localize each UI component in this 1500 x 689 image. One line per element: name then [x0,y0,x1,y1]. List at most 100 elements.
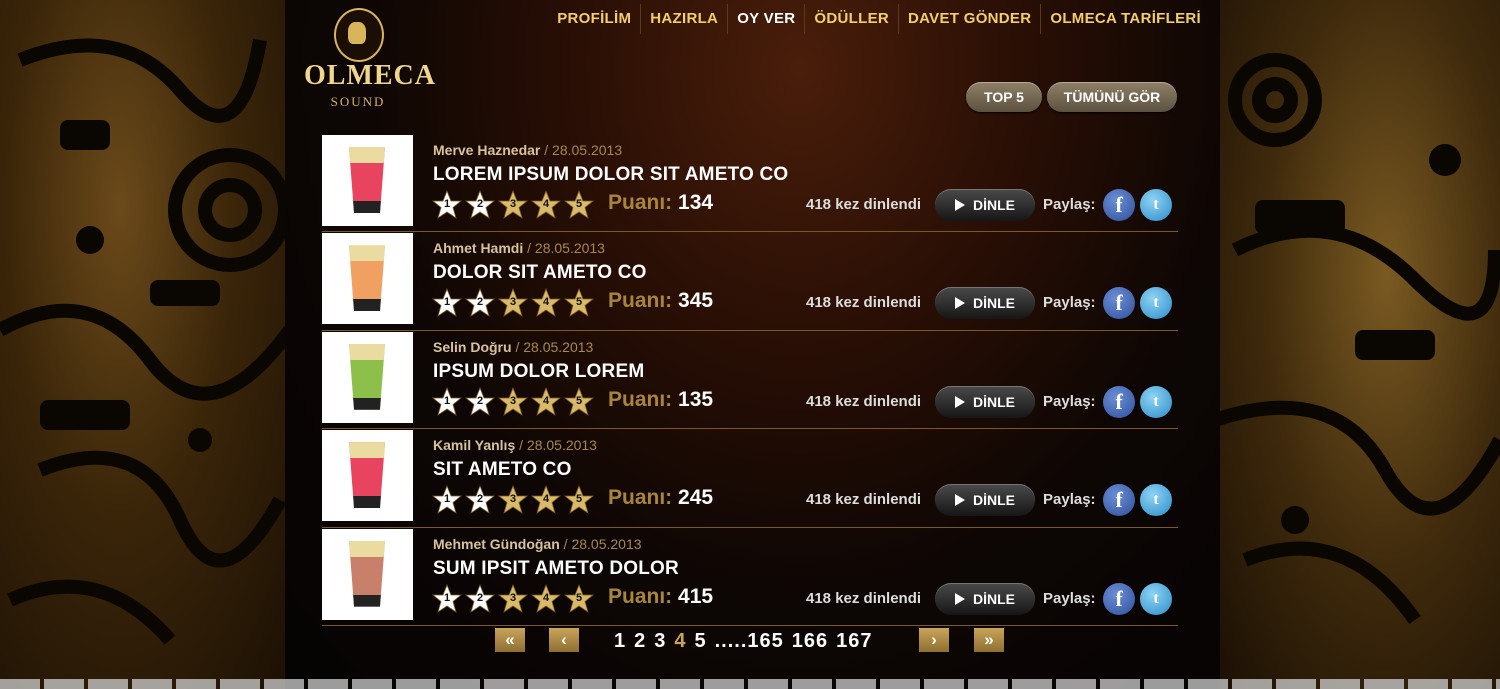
facebook-icon[interactable]: f [1103,287,1135,320]
twitter-icon[interactable]: t [1140,287,1172,320]
score-label: Puanı: [608,191,673,214]
listen-button[interactable]: DİNLE [935,484,1035,517]
drink-thumbnail[interactable] [322,233,413,325]
rating-star-2[interactable]: 2 [465,190,495,220]
rating-star-1[interactable]: 1 [432,485,462,515]
play-icon [955,199,965,211]
prev-page-button[interactable]: ‹ [549,628,579,652]
cup-icon [349,540,385,607]
facebook-icon[interactable]: f [1103,582,1135,615]
list-item: Mehmet Gündoğan / 28.05.2013 SUM IPSIT A… [322,528,1178,626]
rating-star-3[interactable]: 3 [498,583,528,614]
page-number[interactable]: 165 [747,630,783,652]
score-label: Puanı: [608,486,673,510]
facebook-icon[interactable]: f [1103,484,1135,517]
play-count-suffix: kez dinlendi [835,392,922,410]
twitter-icon[interactable]: t [1140,385,1172,418]
rating-star-5[interactable]: 5 [564,485,594,515]
listen-button[interactable]: DİNLE [935,189,1035,221]
item-date: / 28.05.2013 [515,338,594,355]
show-all-button[interactable]: TÜMÜNÜ GÖR [1047,82,1177,112]
rating-star-3[interactable]: 3 [498,288,528,318]
author-name[interactable]: Kamil Yanlış [433,437,515,453]
play-count: 418 kez dinlendi [806,491,921,508]
rating-star-5[interactable]: 5 [564,288,594,318]
score-value: 134 [678,191,714,214]
rating-star-2[interactable]: 2 [465,485,495,515]
star-number: 2 [476,591,484,604]
twitter-icon[interactable]: t [1140,189,1172,221]
rating-star-4[interactable]: 4 [531,288,561,318]
page-number[interactable]: 2 [634,630,646,652]
drink-thumbnail[interactable] [322,135,413,226]
page-number[interactable]: 5 [695,630,707,652]
nav-item-oy-ver[interactable]: OY VER [727,4,804,34]
rating-star-2[interactable]: 2 [465,583,495,614]
listen-button[interactable]: DİNLE [935,287,1035,320]
star-number: 1 [443,394,451,407]
cup-icon [349,442,385,509]
main-nav: PROFİLİM HAZIRLA OY VER ÖDÜLLER DAVET GÖ… [548,4,1210,34]
page-number[interactable]: 166 [792,630,828,652]
next-page-button[interactable]: › [919,628,949,652]
page-number[interactable]: 3 [654,630,666,652]
author-name[interactable]: Merve Haznedar [433,142,540,158]
first-page-button[interactable]: « [495,628,525,652]
rating-star-2[interactable]: 2 [465,386,495,417]
rating-star-5[interactable]: 5 [564,386,594,417]
pagination: « ‹ 1 2 3 4 5 .....165 166 167 › » [0,628,1500,654]
top5-button[interactable]: TOP 5 [966,82,1042,112]
rating-star-3[interactable]: 3 [498,190,528,220]
drink-thumbnail[interactable] [322,430,413,522]
drink-thumbnail[interactable] [322,528,413,620]
drink-thumbnail[interactable] [322,331,413,423]
facebook-icon[interactable]: f [1103,385,1135,418]
page-number[interactable]: 1 [614,630,626,652]
item-meta: Selin Doğru / 28.05.2013 [433,339,593,355]
author-name[interactable]: Ahmet Hamdi [433,240,523,256]
nav-item-olmeca-tarifleri[interactable]: OLMECA TARİFLERİ [1040,4,1210,34]
rating-star-4[interactable]: 4 [531,190,561,220]
rating-star-3[interactable]: 3 [498,386,528,417]
share-label: Paylaş: [1043,392,1096,410]
item-date: / 28.05.2013 [563,535,642,552]
nav-item-oduller[interactable]: ÖDÜLLER [804,4,898,34]
listen-button[interactable]: DİNLE [935,582,1035,615]
rating-star-4[interactable]: 4 [531,386,561,417]
star-number: 3 [509,198,517,210]
share-label: Paylaş: [1043,589,1096,607]
rating-star-5[interactable]: 5 [564,583,594,614]
rating-star-1[interactable]: 1 [432,583,462,614]
nav-item-davet-gonder[interactable]: DAVET GÖNDER [898,4,1040,34]
rating-star-1[interactable]: 1 [432,190,462,220]
play-count: 418 kez dinlendi [806,196,921,213]
rating-star-1[interactable]: 1 [432,288,462,318]
last-page-button[interactable]: » [974,628,1004,652]
page-number[interactable]: 167 [836,630,872,652]
score-value: 415 [678,584,714,608]
author-name[interactable]: Mehmet Gündoğan [433,536,560,552]
page-number[interactable]: 4 [674,630,686,652]
play-count-suffix: kez dinlendi [835,491,922,509]
rating-star-4[interactable]: 4 [531,583,561,614]
author-name[interactable]: Selin Doğru [433,339,512,355]
score: Puanı: 134 [608,191,713,215]
listen-label: DİNLE [973,492,1015,509]
rating-star-5[interactable]: 5 [564,190,594,220]
rating-star-1[interactable]: 1 [432,386,462,417]
listen-button[interactable]: DİNLE [935,385,1035,418]
twitter-icon[interactable]: t [1140,582,1172,615]
olmeca-sound-logo[interactable]: OLMECA SOUND [304,8,435,112]
score: Puanı: 345 [608,289,713,313]
rating-star-3[interactable]: 3 [498,485,528,515]
left-decorative-panel [0,0,300,689]
facebook-icon[interactable]: f [1103,189,1135,221]
track-title: DOLOR SIT AMETO CO [433,262,647,284]
nav-item-hazirla[interactable]: HAZIRLA [640,4,727,34]
rating-star-2[interactable]: 2 [465,288,495,318]
play-icon [955,395,965,408]
nav-item-profilim[interactable]: PROFİLİM [548,4,640,34]
twitter-icon[interactable]: t [1140,484,1172,517]
rating-star-4[interactable]: 4 [531,485,561,515]
star-number: 3 [509,394,517,407]
